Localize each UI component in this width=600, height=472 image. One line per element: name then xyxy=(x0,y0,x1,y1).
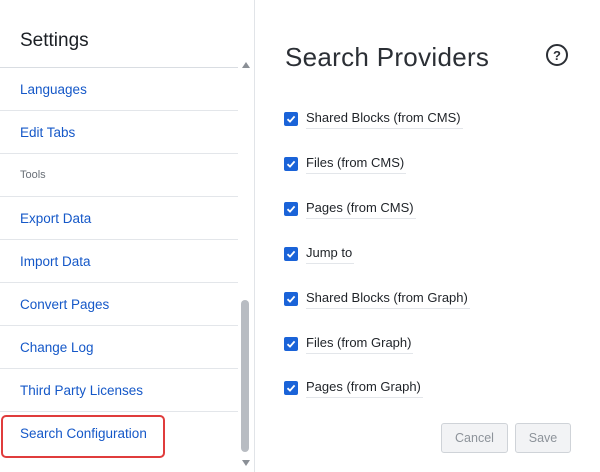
cancel-button[interactable]: Cancel xyxy=(441,423,508,453)
save-button[interactable]: Save xyxy=(515,423,571,453)
sidebar-item-edit-tabs[interactable]: Edit Tabs xyxy=(0,111,238,154)
provider-option[interactable]: Files (from Graph) xyxy=(284,332,414,356)
sidebar-item-languages[interactable]: Languages xyxy=(0,68,238,111)
checkbox-checked[interactable] xyxy=(284,381,298,395)
scroll-thumb[interactable] xyxy=(241,300,249,452)
checkbox-checked[interactable] xyxy=(284,112,298,126)
provider-option[interactable]: Shared Blocks (from Graph) xyxy=(284,287,470,311)
check-icon xyxy=(286,384,296,392)
scroll-down-arrow-icon[interactable] xyxy=(242,460,250,466)
sidebar-scrollbar[interactable] xyxy=(238,60,254,472)
provider-label: Jump to xyxy=(306,245,355,264)
checkbox-checked[interactable] xyxy=(284,337,298,351)
check-icon xyxy=(286,205,296,213)
help-circle-icon[interactable]: ? xyxy=(546,44,568,66)
check-icon xyxy=(286,115,296,123)
sidebar-item-third-party-licenses[interactable]: Third Party Licenses xyxy=(0,369,238,412)
provider-option[interactable]: Pages (from CMS) xyxy=(284,197,416,221)
sidebar-section-tools: Tools xyxy=(0,154,238,197)
page-title: Search Providers xyxy=(285,42,490,72)
checkbox-checked[interactable] xyxy=(284,157,298,171)
sidebar-item-change-log[interactable]: Change Log xyxy=(0,326,238,369)
sidebar-item-export-data[interactable]: Export Data xyxy=(0,197,238,240)
check-icon xyxy=(286,295,296,303)
provider-option[interactable]: Jump to xyxy=(284,242,355,266)
sidebar-item-search-configuration[interactable]: Search Configuration xyxy=(0,412,238,455)
provider-option[interactable]: Pages (from Graph) xyxy=(284,376,423,400)
check-icon xyxy=(286,340,296,348)
provider-label: Pages (from Graph) xyxy=(306,379,423,398)
checkbox-checked[interactable] xyxy=(284,202,298,216)
checkbox-checked[interactable] xyxy=(284,247,298,261)
sidebar-title: Settings xyxy=(20,30,89,51)
sidebar-item-convert-pages[interactable]: Convert Pages xyxy=(0,283,238,326)
sidebar-nav: Languages Edit Tabs Tools Export Data Im… xyxy=(0,68,238,455)
settings-sidebar: Settings Languages Edit Tabs Tools Expor… xyxy=(0,0,255,472)
provider-label: Shared Blocks (from CMS) xyxy=(306,110,463,129)
provider-label: Files (from Graph) xyxy=(306,335,414,354)
check-icon xyxy=(286,250,296,258)
provider-option[interactable]: Files (from CMS) xyxy=(284,152,407,176)
provider-option[interactable]: Shared Blocks (from CMS) xyxy=(284,107,463,131)
provider-label: Shared Blocks (from Graph) xyxy=(306,290,470,309)
provider-label: Pages (from CMS) xyxy=(306,200,416,219)
search-providers-panel: Search Providers ? Shared Blocks (from C… xyxy=(256,0,600,472)
provider-label: Files (from CMS) xyxy=(306,155,407,174)
scroll-up-arrow-icon[interactable] xyxy=(242,62,250,68)
sidebar-item-import-data[interactable]: Import Data xyxy=(0,240,238,283)
check-icon xyxy=(286,160,296,168)
checkbox-checked[interactable] xyxy=(284,292,298,306)
